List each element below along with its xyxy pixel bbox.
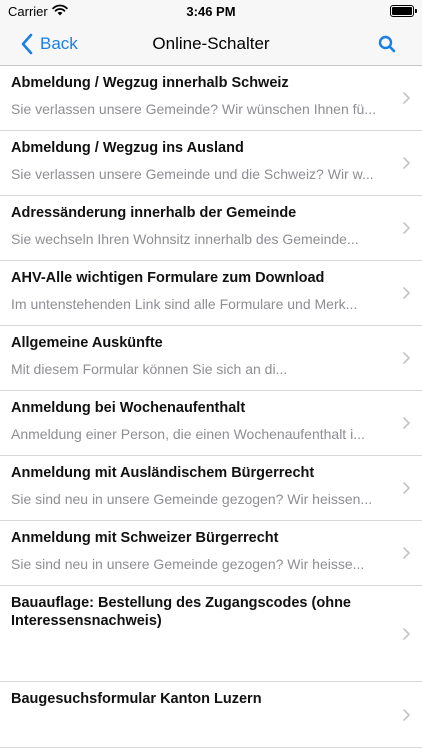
list-item[interactable]: Anmeldung mit Ausländischem Bürgerrecht … — [0, 456, 422, 521]
list-item-title: Abmeldung / Wegzug ins Ausland — [11, 140, 244, 156]
list-item[interactable]: Allgemeine Auskünfte Mit diesem Formular… — [0, 326, 422, 391]
list-item-subtitle: Anmeldung einer Person, die einen Wochen… — [11, 426, 365, 442]
list-item-title: Baugesuchsformular Kanton Luzern — [11, 691, 262, 707]
list-item-subtitle: Sie verlassen unsere Gemeinde und die Sc… — [11, 166, 374, 182]
chevron-right-icon — [403, 482, 410, 494]
list-item[interactable]: Bauauflage: Bestellung des Zugangscodes … — [0, 586, 422, 682]
list-item[interactable]: AHV-Alle wichtigen Formulare zum Downloa… — [0, 261, 422, 326]
status-bar: Carrier 3:46 PM — [0, 0, 422, 22]
list-item[interactable]: Anmeldung mit Schweizer Bürgerrecht Sie … — [0, 521, 422, 586]
clock: 3:46 PM — [186, 4, 236, 19]
battery-level — [392, 7, 412, 15]
list-item[interactable]: Anmeldung bei Wochenaufenthalt Anmeldung… — [0, 391, 422, 456]
chevron-right-icon — [403, 287, 410, 299]
list-item-subtitle: Sie verlassen unsere Gemeinde? Wir wünsc… — [11, 101, 376, 117]
list-item-subtitle: Sie wechseln Ihren Wohnsitz innerhalb de… — [11, 231, 359, 247]
search-icon[interactable] — [378, 35, 396, 53]
chevron-left-icon — [21, 33, 33, 55]
navigation-bar: Online-Schalter Back — [0, 22, 422, 66]
chevron-right-icon — [403, 627, 410, 640]
list-item-title: Bauauflage: Bestellung des Zugangscodes … — [11, 595, 351, 629]
back-label: Back — [40, 34, 78, 53]
list-item[interactable]: Abmeldung / Wegzug ins Ausland Sie verla… — [0, 131, 422, 196]
chevron-right-icon — [403, 352, 410, 364]
list-item-title: Abmeldung / Wegzug innerhalb Schweiz — [11, 75, 289, 91]
chevron-right-icon — [403, 157, 410, 169]
list-item-title: Anmeldung mit Ausländischem Bürgerrecht — [11, 465, 315, 481]
form-list: Abmeldung / Wegzug innerhalb Schweiz Sie… — [0, 66, 422, 748]
back-button[interactable]: Back — [20, 22, 78, 66]
chevron-right-icon — [403, 222, 410, 234]
chevron-right-icon — [403, 547, 410, 559]
list-item-title: Allgemeine Auskünfte — [11, 335, 163, 351]
list-item[interactable]: Abmeldung / Wegzug innerhalb Schweiz Sie… — [0, 66, 422, 131]
list-item-subtitle: Sie sind neu in unsere Gemeinde gezogen?… — [11, 491, 373, 507]
chevron-right-icon — [403, 708, 410, 721]
list-item-subtitle: Im untenstehenden Link sind alle Formula… — [11, 296, 358, 312]
chevron-right-icon — [403, 417, 410, 429]
list-item-title: Anmeldung mit Schweizer Bürgerrecht — [11, 530, 279, 546]
list-item-subtitle: Sie sind neu in unsere Gemeinde gezogen?… — [11, 556, 365, 572]
chevron-right-icon — [403, 92, 410, 104]
list-item-title: AHV-Alle wichtigen Formulare zum Downloa… — [11, 270, 325, 286]
list-item-subtitle: Mit diesem Formular können Sie sich an d… — [11, 361, 288, 377]
list-item-title: Adressänderung innerhalb der Gemeinde — [11, 205, 297, 221]
battery-icon — [390, 5, 417, 17]
list-item[interactable]: Adressänderung innerhalb der Gemeinde Si… — [0, 196, 422, 261]
list-item[interactable]: Baugesuchsformular Kanton Luzern — [0, 682, 422, 748]
list-item-title: Anmeldung bei Wochenaufenthalt — [11, 400, 246, 416]
